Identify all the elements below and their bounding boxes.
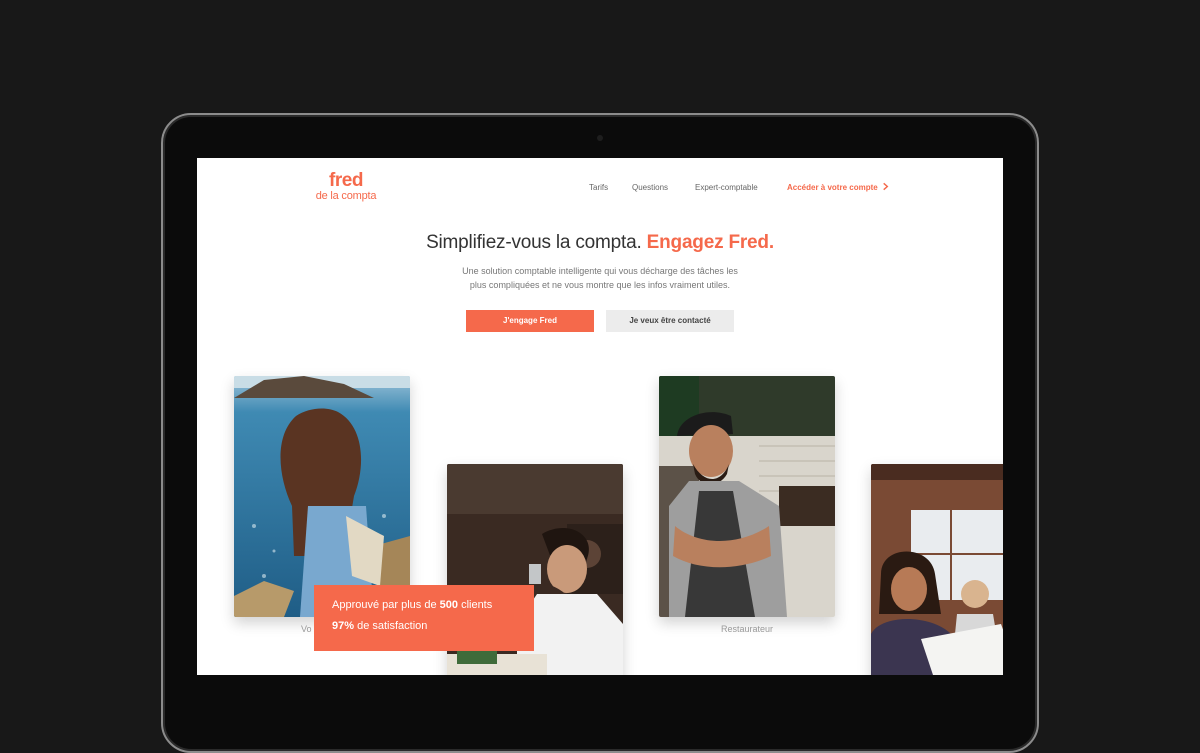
badge-clients-prefix: Approuvé par plus de	[332, 599, 437, 611]
subtext-line-2: plus compliquées et ne vous montre que l…	[469, 280, 731, 290]
photo-card-woman-papers[interactable]	[871, 464, 1003, 675]
badge-clients-suffix: clients	[461, 599, 493, 611]
logo-tagline: de la compta	[315, 190, 377, 202]
badge-clients-count: 500	[439, 599, 458, 611]
headline-accent: Engagez Fred.	[646, 232, 774, 253]
contact-me-button[interactable]: Je veux être contacté	[606, 310, 734, 332]
engage-fred-button[interactable]: J'engage Fred	[466, 310, 594, 332]
photo-card-barista[interactable]	[659, 376, 835, 617]
photo-woman-reading-papers	[871, 464, 1003, 675]
logo-wordmark: fred	[329, 170, 363, 191]
brand-logo[interactable]: fred de la compta	[313, 171, 379, 202]
account-access-link[interactable]: Accéder à votre compte	[787, 183, 878, 192]
approval-badge: Approuvé par plus de 500 clients 97% de …	[314, 585, 534, 651]
webcam	[597, 135, 603, 141]
nav-item-expert-comptable[interactable]: Expert-comptable	[695, 183, 758, 192]
photo-woman-by-sea	[234, 376, 410, 617]
headline-text: Simplifiez-vous la compta.	[426, 232, 642, 253]
hero-headline: Simplifiez-vous la compta. Engagez Fred.	[197, 232, 1003, 254]
badge-line-clients: Approuvé par plus de 500 clients	[332, 599, 534, 620]
subtext-line-1: Une solution comptable intelligente qui …	[462, 266, 738, 276]
photo-smiling-barista	[659, 376, 835, 617]
laptop-screen: fred de la compta Tarifs Questions Exper…	[197, 158, 1003, 675]
photo-card-woman-sea[interactable]	[234, 376, 410, 617]
hero-subtext: Une solution comptable intelligente qui …	[447, 264, 753, 292]
nav-item-tarifs[interactable]: Tarifs	[589, 183, 608, 192]
badge-satisfaction-rate: 97%	[332, 620, 355, 632]
card-caption-3: Restaurateur	[720, 624, 774, 634]
badge-satisfaction-suffix: de satisfaction	[357, 620, 428, 632]
chevron-right-icon[interactable]	[881, 182, 890, 191]
badge-line-satisfaction: 97% de satisfaction	[332, 620, 534, 641]
nav-item-questions[interactable]: Questions	[632, 183, 668, 192]
